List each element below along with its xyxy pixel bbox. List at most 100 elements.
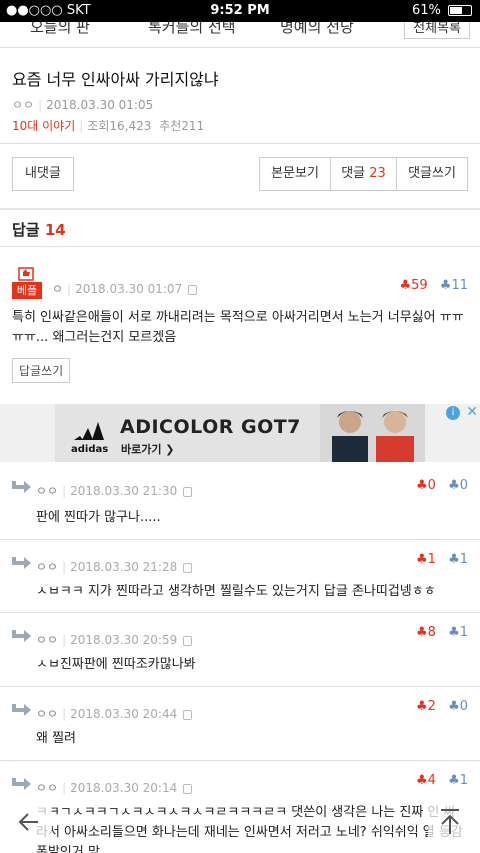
downvote-button[interactable]: ♣1 [448,625,468,640]
post-datetime: 2018.03.30 01:05 [46,98,154,112]
comment-author: ㅇㅇ [36,633,59,647]
status-bar: ●●○○○ SKT 9:52 PM 61% [0,0,480,22]
ad-title: ADICOLOR GOT7 [120,416,301,438]
replies-count: 14 [44,221,66,239]
comments-count: 23 [369,166,386,181]
replies-label: 답글 [12,221,40,239]
comment-votes: ♣4 ♣1 [416,773,468,788]
comment-button-bar: 내댓글 본문보기 댓글 23 댓글쓰기 [12,157,468,191]
ad-content[interactable]: adidas ADICOLOR GOT7 바로가기 ❯ [55,404,425,462]
downvote-button[interactable]: ♣0 [448,478,468,493]
post-stats: 10대 이야기 | 조회16,423 추천211 [12,119,205,133]
downvote-button[interactable]: ♣0 [448,699,468,714]
comment-body: 판에 찐따가 많구나..... [36,510,161,525]
downvote-button[interactable]: ♣1 [448,773,468,788]
comments-label: 댓글 [341,166,366,181]
view-body-button[interactable]: 본문보기 [259,157,331,191]
comment-meta: ㅇㅇ | 2018.03.30 21:30 [36,482,193,499]
comment-body: ㅋㅋㄱㅅㅋㅋㄱㅅㅋㅅㅋㅅㅋㅅㅋㄹㅋㅋㅋㄹㅋ 댓쓴이 생각은 나는 진짜 인 싸라… [36,805,463,853]
reply-arrow-icon [12,704,31,716]
status-time: 9:52 PM [210,3,270,18]
battery-status: 61% [412,3,472,18]
ad-go-link[interactable]: 바로가기 ❯ [121,441,175,457]
nav-today[interactable]: 오늘의 판 [30,22,90,37]
battery-icon [448,5,472,16]
best-badge-icon [18,267,34,281]
comment-datetime: 2018.03.30 21:30 [70,484,178,498]
report-icon[interactable] [183,486,193,497]
comment-author: ㅇㅇ [36,560,59,574]
upvote-button[interactable]: ♣8 [416,625,436,640]
downvote-button[interactable]: ♣11 [440,278,468,293]
comment-meta: ㅇㅇ | 2018.03.30 20:44 [36,705,193,722]
divider [0,143,480,144]
reply-button[interactable]: 답글쓰기 [12,358,71,383]
report-icon[interactable] [183,783,193,794]
comment-item: ㅇㅇ | 2018.03.30 20:59 ♣8 ♣1 ㅅㅂ진짜판에 찐따조카많나봐 [0,613,480,686]
upvote-button[interactable]: ♣4 [416,773,436,788]
replies-header: 답글 14 [12,219,66,240]
adidas-logo-icon [74,422,104,440]
write-comment-button[interactable]: 댓글쓰기 [396,157,468,191]
reply-arrow-icon [12,481,31,493]
comment-datetime: 2018.03.30 01:07 [75,282,183,296]
ad-close-icon[interactable]: ✕ [466,404,478,420]
comment-author: ㅇㅇ [36,781,59,795]
nav-hall-of-fame[interactable]: 명예의 전당 [280,22,354,37]
divider [0,208,480,210]
divider [0,246,480,247]
best-comment-votes: ♣59 ♣11 [399,278,468,293]
ad-info-icon[interactable]: i [446,406,460,420]
comment-author: ㅇ [52,282,64,296]
post-category[interactable]: 10대 이야기 [12,119,75,133]
comment-meta: ㅇㅇ | 2018.03.30 21:28 [36,558,193,575]
upvote-button[interactable]: ♣59 [399,278,427,293]
comment-author: ㅇㅇ [36,707,59,721]
post-views: 조회16,423 [87,119,152,133]
comment-datetime: 2018.03.30 20:59 [70,633,178,647]
comment-votes: ♣2 ♣0 [416,699,468,714]
comment-body: ㅅㅂ진짜판에 찐따조카많나봐 [36,657,196,672]
comment-votes: ♣1 ♣1 [416,552,468,567]
comment-body: ㅅㅂㅋㅋ 지가 찐따라고 생각하면 찔릴수도 있는거지 답글 존나띠겁넹ㅎㅎ [36,584,436,599]
post-title: 요즘 너무 인싸아싸 가리지않냐 [12,70,219,89]
comment-body: 왜 찔려 [36,731,77,746]
scroll-top-button[interactable] [428,800,472,844]
reply-arrow-icon [12,630,31,642]
best-comment-meta: ㅇ | 2018.03.30 01:07 [52,280,198,297]
best-badge: 베플 [12,282,42,299]
upvote-button[interactable]: ♣0 [416,478,436,493]
comment-votes: ♣0 ♣0 [416,478,468,493]
best-comment-body: 특히 인싸같은애들이 서로 까내리려는 목적으로 아싸거리면서 노는거 너무싫어… [12,310,464,345]
comment-datetime: 2018.03.30 20:44 [70,707,178,721]
report-icon[interactable] [183,562,193,573]
comment-meta: ㅇㅇ | 2018.03.30 20:14 [36,779,193,796]
back-button[interactable] [8,800,52,844]
top-nav: 오늘의 판 톡커들의 선택 명예의 전당 전체목록 [0,22,480,48]
best-comment: 베플 ㅇ | 2018.03.30 01:07 ♣59 ♣11 특히 인싸같은애들이… [0,258,480,404]
comment-item: ㅇㅇ | 2018.03.30 21:30 ♣0 ♣0 판에 찐따가 많구나....… [0,464,480,539]
battery-percent: 61% [411,3,441,18]
all-list-button[interactable]: 전체목록 [404,22,470,39]
ad-banner[interactable]: adidas ADICOLOR GOT7 바로가기 ❯ i ✕ [0,404,480,462]
upvote-button[interactable]: ♣1 [416,552,436,567]
arrow-up-icon [441,809,459,834]
comment-datetime: 2018.03.30 21:28 [70,560,178,574]
report-icon[interactable] [188,284,198,295]
post-recommends: 추천211 [159,119,205,133]
comment-item: ㅇㅇ | 2018.03.30 20:44 ♣2 ♣0 왜 찔려 [0,687,480,760]
comment-author: ㅇㅇ [36,484,59,498]
reply-arrow-icon [12,778,31,790]
report-icon[interactable] [183,635,193,646]
back-arrow-icon [18,813,38,831]
comment-item: ㅇㅇ | 2018.03.30 20:14 ♣4 ♣1 ㅋㅋㄱㅅㅋㅋㄱㅅㅋㅅㅋㅅㅋㅅ… [0,761,480,853]
post-header: 요즘 너무 인싸아싸 가리지않냐 ㅇㅇ | 2018.03.30 01:05 10대… [12,66,468,134]
upvote-button[interactable]: ♣2 [416,699,436,714]
my-comments-button[interactable]: 내댓글 [12,157,74,191]
comments-button[interactable]: 댓글 23 [330,157,397,191]
reply-arrow-icon [12,557,31,569]
downvote-button[interactable]: ♣1 [448,552,468,567]
nav-picks[interactable]: 톡커들의 선택 [148,22,236,37]
report-icon[interactable] [183,709,193,720]
ad-photo [320,404,425,462]
